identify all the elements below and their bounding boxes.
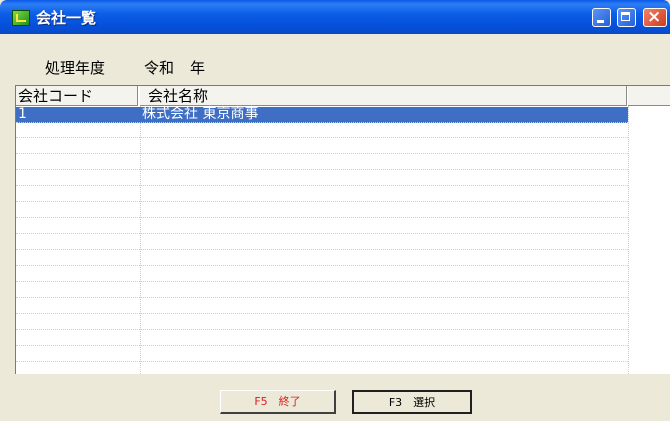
table-row-empty[interactable] (16, 250, 628, 266)
maximize-icon (621, 12, 630, 21)
column-header-company-name[interactable]: 会社名称 (140, 86, 627, 106)
table-row-empty[interactable] (16, 202, 628, 218)
table-row-empty[interactable] (16, 298, 628, 314)
minimize-icon (597, 20, 604, 23)
company-grid[interactable]: 会社コード 会社名称 1 株式会社 東京商事 (15, 85, 670, 374)
table-row[interactable]: 1 株式会社 東京商事 (16, 107, 628, 123)
table-row-empty[interactable] (16, 330, 628, 346)
table-row-empty[interactable] (16, 122, 628, 138)
era-label: 令和 (144, 59, 175, 77)
year-suffix-label: 年 (190, 59, 206, 77)
table-row-empty[interactable] (16, 234, 628, 250)
table-row-empty[interactable] (16, 170, 628, 186)
company-code-cell: 1 (18, 106, 27, 122)
app-icon (12, 10, 30, 26)
fiscal-year-label: 処理年度 (45, 59, 106, 77)
table-row-empty[interactable] (16, 218, 628, 234)
close-icon: × (647, 7, 662, 27)
table-row-empty[interactable] (16, 346, 628, 362)
column-divider (628, 106, 629, 374)
company-list-window: 会社一覧 × 処理年度 令和 年 会社コード 会社名称 1 株式会社 東京商事 (0, 0, 670, 421)
title-bar[interactable]: 会社一覧 × (0, 0, 670, 34)
maximize-button[interactable] (617, 8, 636, 27)
table-row-empty[interactable] (16, 314, 628, 330)
column-header-filler (628, 86, 670, 106)
column-header-company-code[interactable]: 会社コード (16, 86, 138, 106)
end-button[interactable]: F5 終了 (220, 390, 336, 414)
table-row-empty[interactable] (16, 154, 628, 170)
minimize-button[interactable] (592, 8, 611, 27)
table-row-empty[interactable] (16, 186, 628, 202)
company-name-cell: 株式会社 東京商事 (142, 106, 259, 122)
window-title: 会社一覧 (36, 9, 97, 27)
select-button[interactable]: F3 選択 (352, 390, 472, 414)
table-row-empty[interactable] (16, 266, 628, 282)
table-row-empty[interactable] (16, 138, 628, 154)
table-row-empty[interactable] (16, 282, 628, 298)
close-button[interactable]: × (643, 7, 667, 27)
